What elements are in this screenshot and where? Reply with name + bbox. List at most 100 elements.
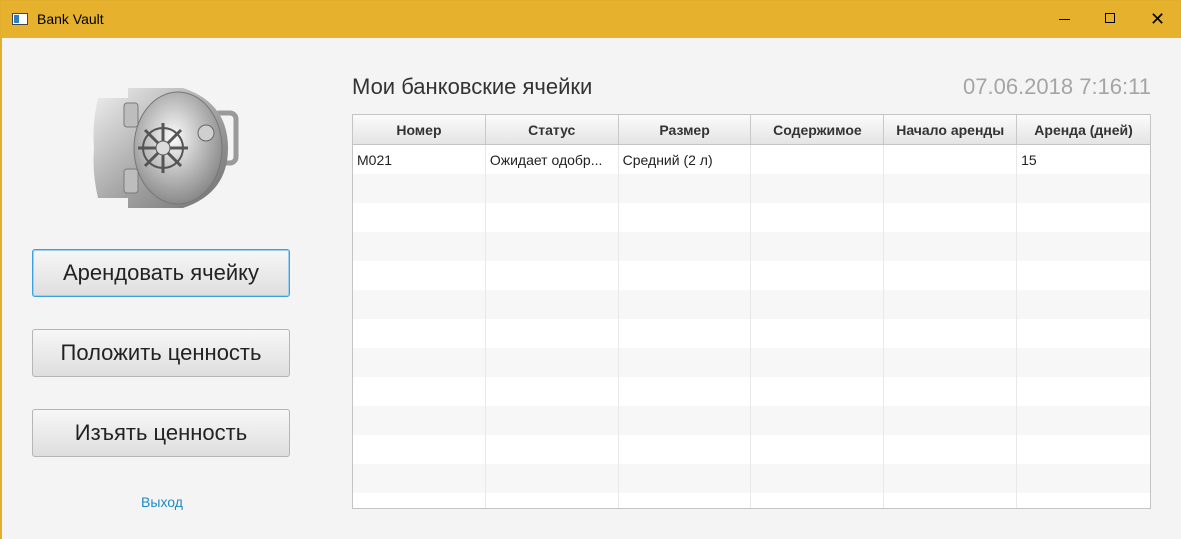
table-cell	[1017, 493, 1150, 508]
table-cell	[1017, 290, 1150, 319]
table-row[interactable]	[353, 493, 1150, 508]
table-header: Номер Статус Размер Содержимое Начало ар…	[353, 115, 1150, 145]
minimize-button[interactable]	[1042, 1, 1088, 38]
app-icon	[12, 13, 28, 25]
table-cell	[751, 319, 885, 348]
table-cell	[751, 406, 885, 435]
table-cell	[486, 203, 619, 232]
table-cell	[884, 377, 1018, 406]
table-cell	[751, 348, 885, 377]
minimize-icon	[1059, 19, 1070, 20]
title-bar[interactable]: Bank Vault ✕	[1, 1, 1180, 38]
table-cell	[619, 319, 752, 348]
table-cell	[619, 290, 752, 319]
datetime-display: 07.06.2018 7:16:11	[963, 74, 1151, 99]
table-row[interactable]	[353, 319, 1150, 348]
table-row[interactable]: M021 Ожидает одобр... Средний (2 л) 15	[353, 145, 1150, 174]
table-cell	[353, 203, 486, 232]
column-header[interactable]: Содержимое	[751, 115, 885, 144]
table-cell	[486, 464, 619, 493]
table-row[interactable]	[353, 435, 1150, 464]
table-cell	[751, 464, 885, 493]
table-cell	[353, 406, 486, 435]
table-cell	[884, 145, 1018, 174]
table-cell	[884, 348, 1018, 377]
table-cell	[353, 435, 486, 464]
table-cell	[884, 493, 1018, 508]
table-cell	[1017, 232, 1150, 261]
table-cell	[486, 261, 619, 290]
table-cell	[619, 348, 752, 377]
table-cell	[619, 203, 752, 232]
column-header[interactable]: Статус	[486, 115, 619, 144]
table-cell	[751, 174, 885, 203]
table-row[interactable]	[353, 406, 1150, 435]
table-cell	[486, 406, 619, 435]
app-window: Bank Vault ✕ Арендовать ячейку Положить …	[0, 0, 1181, 539]
column-header[interactable]: Начало аренды	[884, 115, 1018, 144]
table-cell	[486, 435, 619, 464]
table-row[interactable]	[353, 348, 1150, 377]
table-cell	[884, 435, 1018, 464]
vault-door-icon	[93, 88, 239, 208]
table-cell	[486, 174, 619, 203]
table-cell	[1017, 261, 1150, 290]
withdraw-valuable-button[interactable]: Изъять ценность	[32, 409, 290, 457]
table-cell	[353, 464, 486, 493]
table-row[interactable]	[353, 377, 1150, 406]
table-cell	[751, 290, 885, 319]
table-cell	[884, 406, 1018, 435]
table-cell	[619, 435, 752, 464]
table-cell	[619, 406, 752, 435]
table-cell	[884, 261, 1018, 290]
table-cell	[486, 493, 619, 508]
table-row[interactable]	[353, 174, 1150, 203]
table-cell	[751, 377, 885, 406]
table-cell	[884, 464, 1018, 493]
table-cell	[619, 493, 752, 508]
close-icon: ✕	[1150, 9, 1166, 29]
maximize-button[interactable]	[1088, 1, 1134, 38]
table-cell	[486, 232, 619, 261]
table-cell	[486, 348, 619, 377]
table-cell	[1017, 435, 1150, 464]
table-cell	[884, 290, 1018, 319]
rent-cell-button[interactable]: Арендовать ячейку	[32, 249, 290, 297]
table-row[interactable]	[353, 464, 1150, 493]
table-cell	[353, 319, 486, 348]
table-cell	[884, 319, 1018, 348]
table-cell	[353, 348, 486, 377]
table-row[interactable]	[353, 203, 1150, 232]
table-row[interactable]	[353, 290, 1150, 319]
table-cell	[884, 203, 1018, 232]
maximize-icon	[1105, 13, 1115, 23]
table-row[interactable]	[353, 261, 1150, 290]
table-cell	[353, 377, 486, 406]
cells-table[interactable]: Номер Статус Размер Содержимое Начало ар…	[352, 114, 1151, 509]
table-cell	[486, 319, 619, 348]
table-cell	[751, 435, 885, 464]
table-cell: Средний (2 л)	[619, 145, 752, 174]
table-cell	[751, 261, 885, 290]
close-button[interactable]: ✕	[1134, 1, 1180, 38]
table-cell	[1017, 174, 1150, 203]
deposit-valuable-button[interactable]: Положить ценность	[32, 329, 290, 377]
exit-link[interactable]: Выход	[2, 494, 322, 510]
column-header[interactable]: Номер	[353, 115, 486, 144]
table-cell: Ожидает одобр...	[486, 145, 619, 174]
main-content: Арендовать ячейку Положить ценность Изъя…	[2, 38, 1181, 539]
table-cell	[1017, 464, 1150, 493]
table-body: M021 Ожидает одобр... Средний (2 л) 15	[353, 145, 1150, 508]
column-header[interactable]: Аренда (дней)	[1017, 115, 1150, 144]
table-cell	[1017, 377, 1150, 406]
table-cell	[619, 232, 752, 261]
table-cell	[1017, 348, 1150, 377]
column-header[interactable]: Размер	[619, 115, 752, 144]
table-cell	[884, 232, 1018, 261]
table-cell	[619, 464, 752, 493]
table-row[interactable]	[353, 232, 1150, 261]
table-cell	[353, 261, 486, 290]
table-cell: M021	[353, 145, 486, 174]
table-cell: 15	[1021, 152, 1037, 168]
page-title: Мои банковские ячейки	[352, 74, 593, 99]
